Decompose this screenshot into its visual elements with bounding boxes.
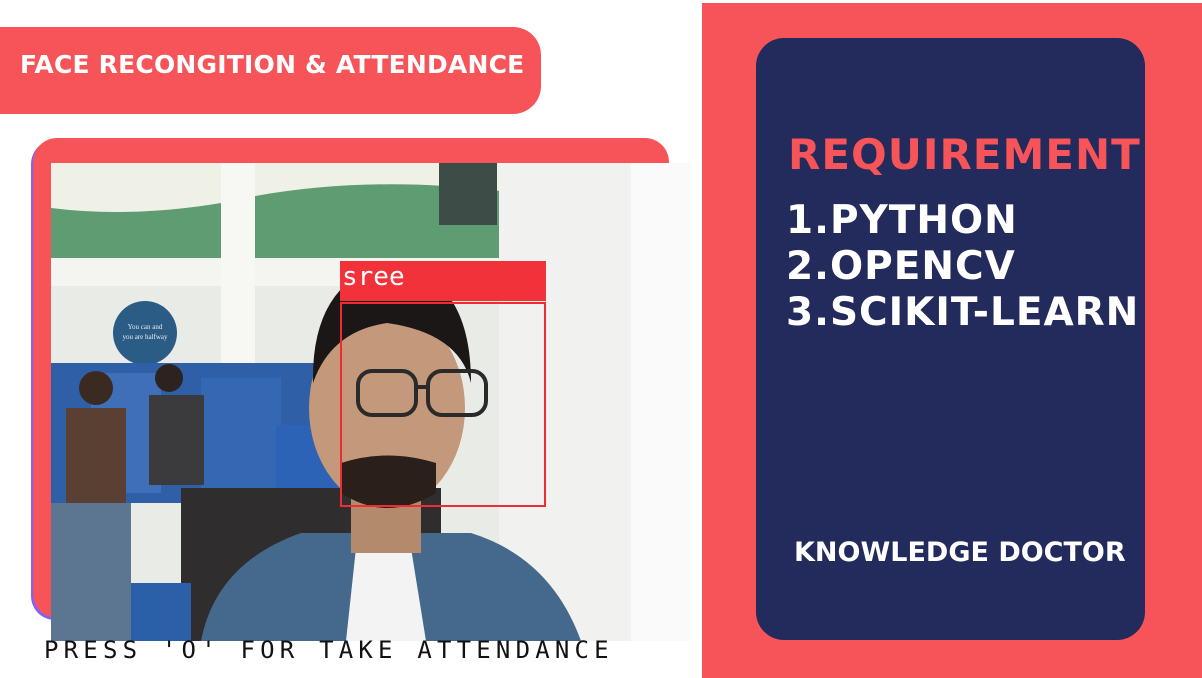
camera-feed: You can and you are halfway sree [51, 163, 691, 641]
face-label: sree [340, 261, 546, 301]
wall-sign-text: You can and [128, 323, 163, 331]
requirement-item-scikit-learn: 3.SCIKIT-LEARN [786, 290, 1140, 335]
requirement-item-python: 1.PYTHON [786, 198, 1018, 243]
requirements-heading: REQUIREMENT [788, 130, 1141, 179]
face-detection-box [340, 302, 546, 507]
credit-text: KNOWLEDGE DOCTOR [794, 537, 1126, 568]
attendance-instruction: PRESS 'O' FOR TAKE ATTENDANCE [44, 636, 614, 664]
requirements-list: 1.PYTHON 2.OPENCV 3.SCIKIT-LEARN [786, 198, 1139, 336]
page-title: FACE RECONGITION & ATTENDANCE [20, 50, 525, 79]
svg-text:you are halfway: you are halfway [122, 333, 168, 341]
requirement-item-opencv: 2.OPENCV [786, 244, 1016, 289]
